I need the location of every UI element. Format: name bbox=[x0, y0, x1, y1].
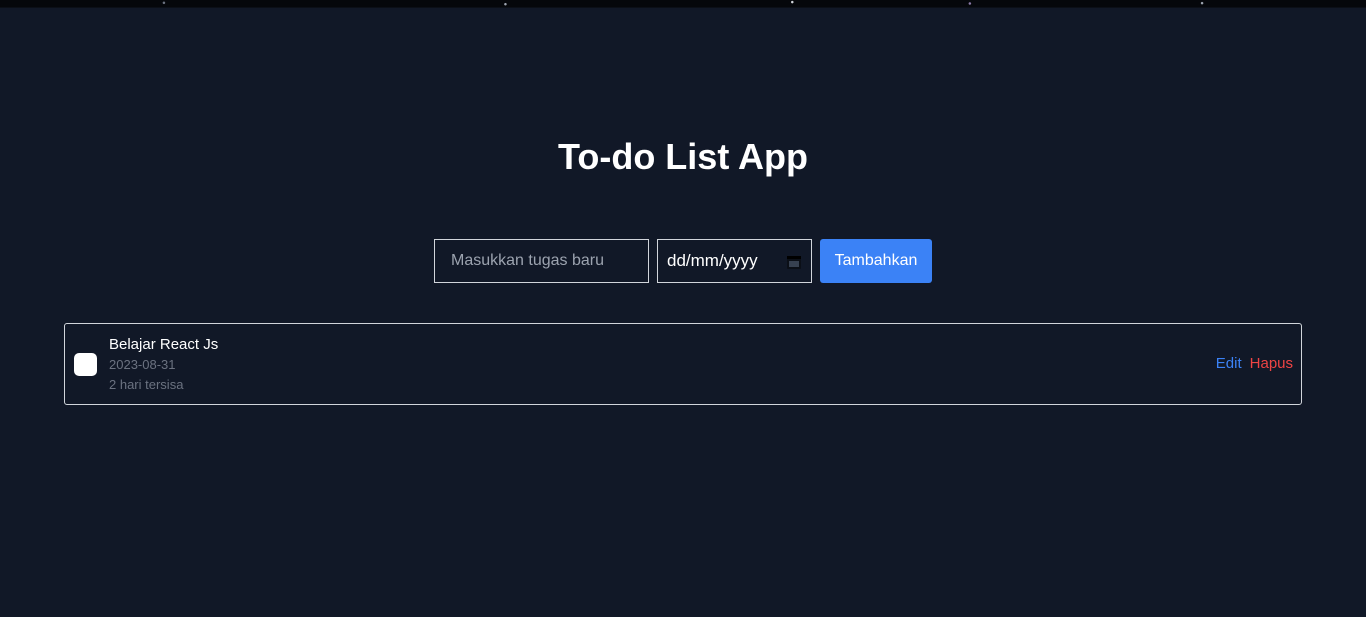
date-input[interactable]: dd/mm/yyyy bbox=[657, 239, 812, 283]
edit-button[interactable]: Edit bbox=[1216, 354, 1242, 374]
todo-name: Belajar React Js bbox=[109, 336, 219, 353]
add-task-form: dd/mm/yyyy Tambahkan bbox=[434, 239, 932, 283]
date-placeholder: dd/mm/yyyy bbox=[667, 251, 758, 270]
delete-button[interactable]: Hapus bbox=[1250, 354, 1293, 374]
todo-date: 2023-08-31 bbox=[109, 357, 176, 372]
todo-text: Belajar React Js 2023-08-31 2 hari tersi… bbox=[109, 335, 218, 395]
todo-remaining: 2 hari tersisa bbox=[109, 377, 184, 392]
page-title: To-do List App bbox=[558, 136, 808, 177]
top-background-strip bbox=[0, 0, 1366, 8]
todo-actions: Edit Hapus bbox=[1216, 354, 1293, 374]
todo-checkbox[interactable] bbox=[74, 353, 97, 376]
todo-item: Belajar React Js 2023-08-31 2 hari tersi… bbox=[64, 323, 1302, 405]
calendar-icon[interactable] bbox=[787, 254, 801, 269]
task-input[interactable] bbox=[434, 239, 649, 283]
add-task-button[interactable]: Tambahkan bbox=[820, 239, 932, 283]
